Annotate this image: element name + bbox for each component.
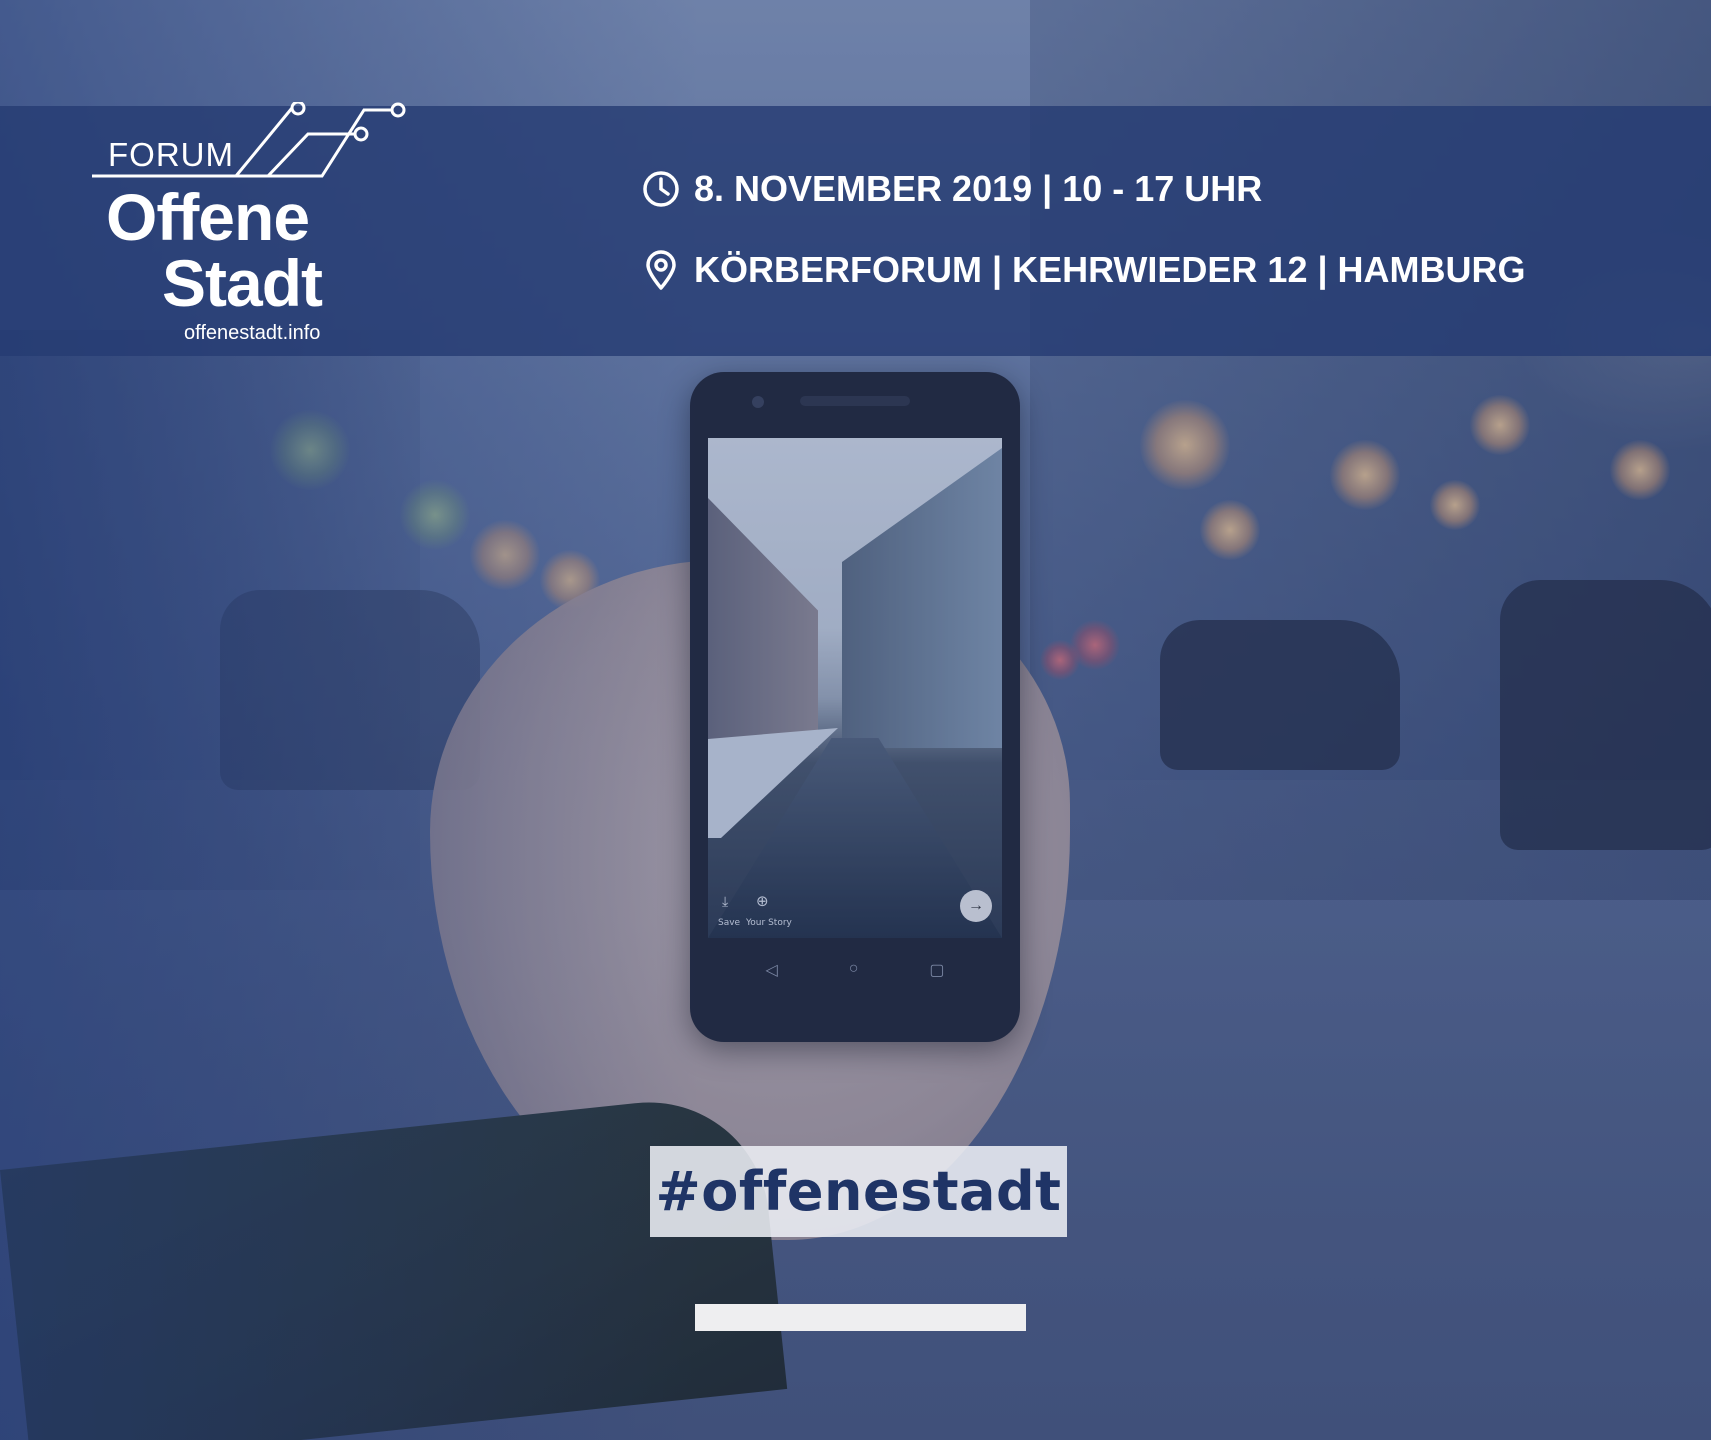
logo-forum-text: FORUM (108, 136, 234, 173)
forum-offene-stadt-logo: FORUM Offene Stadt offenestadt.info (86, 102, 416, 352)
white-bar (695, 1304, 1026, 1331)
hashtag-box: #offenestadt (650, 1146, 1067, 1237)
event-date: 8. NOVEMBER 2019 | 10 - 17 UHR (640, 168, 1262, 210)
logo-url: offenestadt.info (184, 322, 321, 344)
clock-icon (643, 171, 679, 207)
logo-title-line1: Offene (106, 180, 310, 254)
event-date-text: 8. NOVEMBER 2019 | 10 - 17 UHR (694, 168, 1263, 209)
hashtag-text: #offenestadt (655, 1160, 1062, 1223)
event-location: KÖRBERFORUM | KEHRWIEDER 12 | HAMBURG (640, 249, 1526, 291)
event-location-text: KÖRBERFORUM | KEHRWIEDER 12 | HAMBURG (694, 249, 1526, 290)
location-pin-icon (646, 250, 676, 290)
logo-title-line2: Stadt (162, 246, 323, 320)
